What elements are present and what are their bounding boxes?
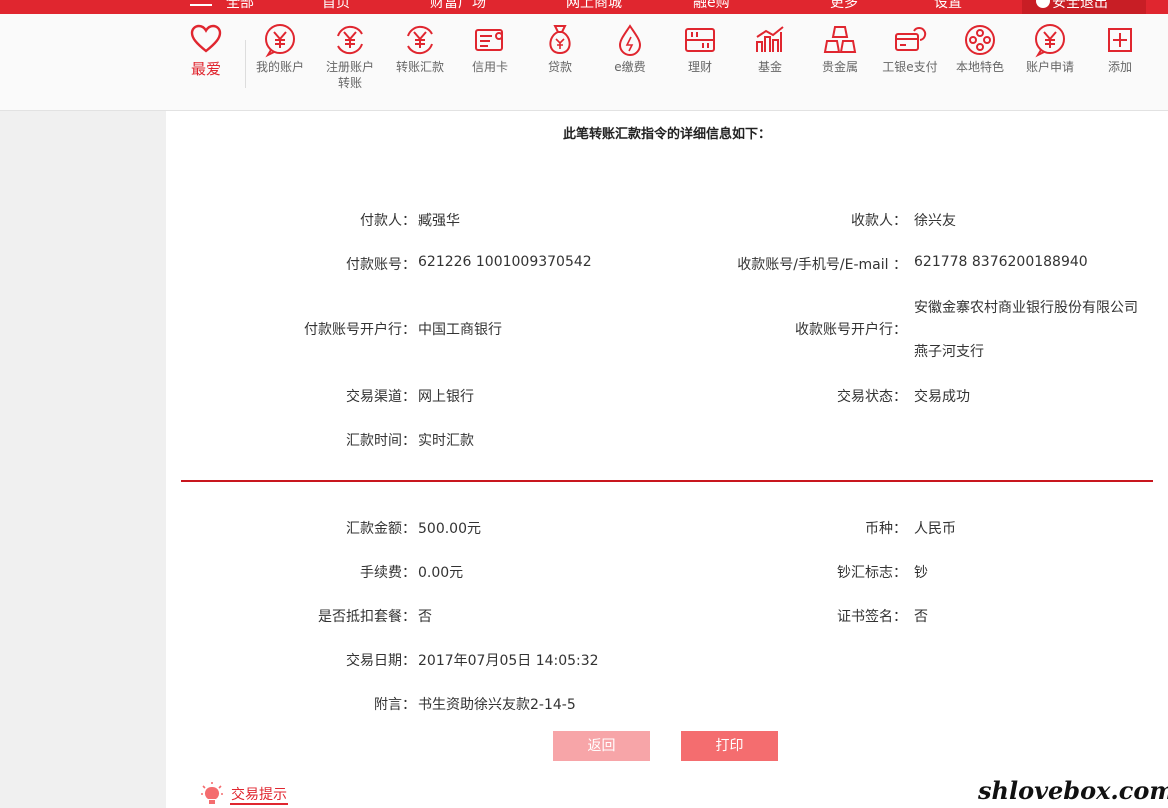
remit-time-row: 汇款时间： 实时汇款 — [166, 430, 1168, 450]
remit-time-label: 汇款时间： — [346, 433, 416, 449]
payee-account-value: 621778 8376200188940 — [914, 254, 1088, 270]
payer-bank-label: 付款账号开户行： — [304, 322, 416, 338]
nav-item-credit-card[interactable]: 信用卡 — [455, 22, 525, 75]
menu-icon[interactable] — [190, 0, 212, 6]
amount-value: 500.00元 — [418, 521, 481, 537]
top-menu-item[interactable]: 全部 — [226, 0, 254, 12]
remit-time-value: 实时汇款 — [418, 433, 474, 449]
tips-label: 交易提示 — [231, 787, 287, 803]
currency-label: 币种： — [865, 521, 907, 537]
section-divider — [181, 480, 1153, 482]
user-icon — [1036, 0, 1050, 8]
payer-label: 付款人： — [360, 213, 416, 229]
fee-label: 手续费： — [360, 565, 416, 581]
status-label: 交易状态： — [837, 389, 907, 405]
favorites-tab[interactable]: 最爱 — [180, 24, 232, 79]
function-nav-bar: 最爱 我的账户 注册账户 转账 转账汇款 信用卡 贷款 e缴费 理财 基金 贵金… — [0, 14, 1168, 111]
memo-row: 附言： 书生资助徐兴友款2-14-5 — [166, 694, 1168, 714]
fee-row: 手续费： 0.00元 钞汇标志： 钞 — [166, 562, 1168, 582]
account-row: 付款账号： 621226 1001009370542 收款账号/手机号/E-ma… — [166, 254, 1168, 274]
cash-flag-label: 钞汇标志： — [837, 565, 907, 581]
print-button[interactable]: 打印 — [681, 731, 778, 761]
plus-icon — [1108, 28, 1132, 52]
payer-value: 臧强华 — [418, 213, 460, 229]
top-menu-item[interactable]: 网上商城 — [566, 0, 622, 12]
payee-account-label: 收款账号/手机号/E-mail ： — [737, 257, 907, 273]
drop-icon — [618, 24, 642, 56]
date-row: 交易日期： 2017年07月05日 14:05:32 — [166, 650, 1168, 670]
money-bag-icon — [549, 25, 571, 55]
top-menu-item[interactable]: 设置 — [934, 0, 962, 12]
package-row: 是否抵扣套餐： 否 证书签名： 否 — [166, 606, 1168, 626]
nav-item-account-application[interactable]: 账户申请 — [1015, 22, 1085, 75]
pay-card-icon — [895, 27, 927, 51]
memo-value: 书生资助徐兴友款2-14-5 — [418, 697, 576, 713]
heart-icon — [190, 24, 222, 53]
bank-row: 付款账号开户行： 中国工商银行 收款账号开户行： 安徽金寨农村商业银行股份有限公… — [166, 297, 1168, 361]
nav-item-icbc-e-pay[interactable]: 工银e支付 — [875, 22, 945, 75]
gold-bars-icon — [823, 26, 857, 53]
cert-value: 否 — [914, 609, 928, 625]
top-menu-item[interactable]: 首页 — [322, 0, 350, 12]
payer-account-label: 付款账号： — [346, 257, 416, 273]
tips-underline — [230, 803, 288, 805]
status-value: 交易成功 — [914, 389, 970, 405]
nav-item-precious-metals[interactable]: 贵金属 — [805, 22, 875, 75]
nav-item-my-account[interactable]: 我的账户 — [245, 22, 315, 75]
channel-label: 交易渠道： — [346, 389, 416, 405]
cash-flag-value: 钞 — [914, 565, 928, 581]
payee-bank-value-line2: 燕子河支行 — [914, 344, 984, 360]
nav-item-local-features[interactable]: 本地特色 — [945, 22, 1015, 75]
channel-row: 交易渠道： 网上银行 交易状态： 交易成功 — [166, 386, 1168, 406]
film-reel-icon — [965, 25, 995, 55]
transfer-detail-panel: 此笔转账汇款指令的详细信息如下： 付款人： 臧强华 收款人： 徐兴友 付款账号：… — [166, 111, 1168, 808]
payee-bank-value-line1: 安徽金寨农村商业银行股份有限公司 — [914, 300, 1138, 316]
back-button[interactable]: 返回 — [553, 731, 650, 761]
page-title: 此笔转账汇款指令的详细信息如下： — [562, 127, 771, 142]
yuan-transfer-icon — [337, 25, 363, 55]
lightbulb-icon — [201, 782, 223, 804]
yuan-icon — [265, 24, 295, 58]
nav-item-transfer[interactable]: 转账汇款 — [385, 22, 455, 75]
nav-item-add[interactable]: 添加 — [1085, 22, 1155, 75]
currency-value: 人民币 — [914, 521, 956, 537]
package-value: 否 — [418, 609, 432, 625]
channel-value: 网上银行 — [418, 389, 474, 405]
amount-label: 汇款金额： — [346, 521, 416, 537]
yuan-icon — [1035, 24, 1065, 58]
logout-button[interactable]: 安全退出 — [1022, 0, 1146, 14]
bar-chart-icon — [756, 26, 784, 52]
nav-item-loan[interactable]: 贷款 — [525, 22, 595, 75]
date-label: 交易日期： — [346, 653, 416, 669]
nav-item-e-payment[interactable]: e缴费 — [595, 22, 665, 75]
memo-label: 附言： — [374, 697, 416, 713]
fee-value: 0.00元 — [418, 565, 464, 581]
top-menu-item[interactable]: 更多 — [830, 0, 858, 12]
cert-label: 证书签名： — [837, 609, 907, 625]
package-label: 是否抵扣套餐： — [318, 609, 416, 625]
payee-label: 收款人： — [851, 213, 907, 229]
favorites-label: 最爱 — [190, 60, 221, 78]
top-menu-item[interactable]: 融e购 — [693, 0, 730, 12]
credit-card-icon — [475, 29, 503, 51]
payer-account-value: 621226 1001009370542 — [418, 254, 592, 270]
amount-row: 汇款金额： 500.00元 币种： 人民币 — [166, 518, 1168, 538]
yuan-transfer-icon — [407, 25, 433, 55]
nav-item-registered-transfer[interactable]: 注册账户 转账 — [315, 22, 385, 91]
nav-item-fund[interactable]: 基金 — [735, 22, 805, 75]
top-menu-item[interactable]: 财富广场 — [430, 0, 486, 12]
payer-row: 付款人： 臧强华 收款人： 徐兴友 — [166, 210, 1168, 230]
nav-item-wealth-management[interactable]: 理财 — [665, 22, 735, 75]
abacus-icon — [685, 28, 715, 52]
watermark: shlovebox.com — [978, 776, 1168, 805]
payer-bank-value: 中国工商银行 — [418, 322, 502, 338]
payee-bank-label: 收款账号开户行： — [795, 322, 907, 338]
date-value: 2017年07月05日 14:05:32 — [418, 653, 599, 669]
top-menu-bar: 全部 首页 财富广场 网上商城 融e购 更多 设置 安全退出 — [0, 0, 1168, 14]
payee-value: 徐兴友 — [914, 213, 956, 229]
